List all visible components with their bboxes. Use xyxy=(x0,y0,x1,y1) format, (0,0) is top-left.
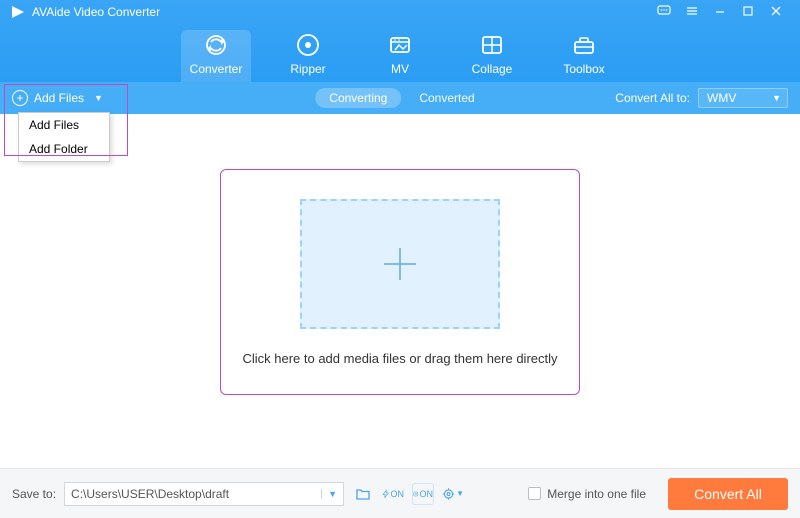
on-badge: ON xyxy=(420,489,434,499)
nav-toolbox[interactable]: Toolbox xyxy=(549,30,619,82)
ripper-icon xyxy=(273,30,343,60)
on-badge: ON xyxy=(391,489,405,499)
dropzone-text: Click here to add media files or drag th… xyxy=(242,351,557,366)
convert-all-to-label: Convert All to: xyxy=(615,91,690,105)
app-title: AVAide Video Converter xyxy=(32,5,160,19)
plus-circle-icon: + xyxy=(12,90,28,106)
save-path-dropdown[interactable]: ▼ xyxy=(321,489,343,499)
feedback-icon[interactable] xyxy=(650,4,678,21)
nav-converter[interactable]: Converter xyxy=(181,30,251,82)
close-button[interactable] xyxy=(762,4,790,21)
nav-label: Ripper xyxy=(273,62,343,76)
dropdown-add-folder[interactable]: Add Folder xyxy=(19,137,109,161)
gpu-accel-icon[interactable]: ON xyxy=(412,483,434,505)
nav-label: MV xyxy=(365,62,435,76)
merge-checkbox[interactable]: Merge into one file xyxy=(528,487,646,501)
nav-ripper[interactable]: Ripper xyxy=(273,30,343,82)
chevron-down-icon: ▼ xyxy=(772,93,781,103)
checkbox-icon xyxy=(528,487,541,500)
add-files-label: Add Files xyxy=(34,91,84,105)
open-folder-icon[interactable] xyxy=(352,483,374,505)
chevron-down-icon: ▼ xyxy=(456,489,464,498)
nav-label: Toolbox xyxy=(549,62,619,76)
output-format-value: WMV xyxy=(707,91,736,105)
nav-label: Converter xyxy=(181,62,251,76)
collage-icon xyxy=(457,30,527,60)
toolbox-icon xyxy=(549,30,619,60)
dropzone-inner xyxy=(300,199,500,329)
save-to-label: Save to: xyxy=(12,487,56,501)
dropzone[interactable]: Click here to add media files or drag th… xyxy=(220,169,580,395)
dropdown-add-files[interactable]: Add Files xyxy=(19,113,109,137)
menu-icon[interactable] xyxy=(678,4,706,21)
nav-collage[interactable]: Collage xyxy=(457,30,527,82)
nav-mv[interactable]: MV xyxy=(365,30,435,82)
add-files-dropdown: Add Files Add Folder xyxy=(18,112,110,162)
output-format-select[interactable]: WMV ▼ xyxy=(698,88,788,108)
convert-all-button[interactable]: Convert All xyxy=(668,478,788,510)
merge-label: Merge into one file xyxy=(547,487,646,501)
maximize-button[interactable] xyxy=(734,4,762,21)
tab-converting[interactable]: Converting xyxy=(315,88,401,108)
settings-gear-icon[interactable]: ▼ xyxy=(442,483,464,505)
mv-icon xyxy=(365,30,435,60)
fast-mode-icon[interactable]: ON xyxy=(382,483,404,505)
save-path-input[interactable] xyxy=(65,487,321,501)
minimize-button[interactable] xyxy=(706,4,734,21)
converter-icon xyxy=(181,30,251,60)
add-files-button[interactable]: + Add Files ▼ xyxy=(12,90,103,106)
app-logo-icon xyxy=(10,4,26,20)
nav-label: Collage xyxy=(457,62,527,76)
tab-converted[interactable]: Converted xyxy=(409,88,484,108)
chevron-down-icon: ▼ xyxy=(94,93,103,103)
plus-icon xyxy=(378,242,422,286)
